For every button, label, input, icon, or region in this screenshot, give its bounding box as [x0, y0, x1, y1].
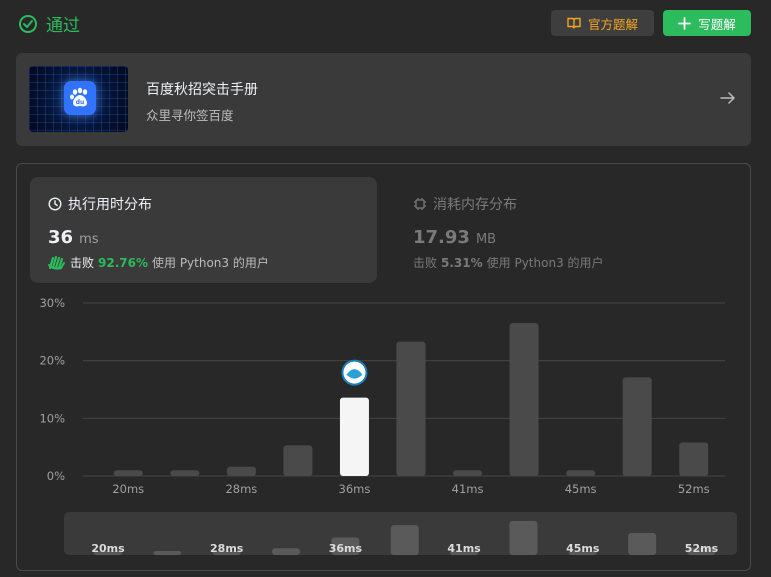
user-avatar-marker: [341, 359, 368, 386]
x-tick-label: 52ms: [678, 482, 710, 496]
histogram-bar: [113, 470, 143, 476]
arrow-right-icon: [720, 92, 735, 104]
mini-bar: [628, 533, 657, 555]
x-tick-label: 20ms: [112, 482, 144, 496]
promo-subtitle: 众里寻你签百度: [146, 108, 234, 123]
status-indicator: 通过: [18, 11, 80, 36]
plus-icon: [678, 16, 692, 30]
mini-bar: [272, 548, 301, 555]
svg-text:du: du: [76, 99, 85, 106]
x-tick-label: 45ms: [565, 482, 597, 496]
y-tick-label: 10%: [39, 411, 65, 425]
mini-bar: [509, 521, 538, 555]
histogram-bar: [226, 466, 256, 476]
y-tick-label: 30%: [39, 296, 65, 310]
stats-panel: 执行用时分布 36 ms 击败 92.76% 使用 Python3 的用户 消耗…: [16, 163, 751, 571]
mini-histogram: 20ms 28ms 36ms 41ms 45ms 52ms: [91, 521, 719, 555]
mini-tick-label: 20ms: [91, 542, 125, 555]
baidu-logo-icon: du: [64, 81, 96, 115]
histogram-bar: [509, 323, 539, 476]
result-header: 通过 官方题解 写题解: [0, 0, 771, 46]
x-tick-label: 41ms: [452, 482, 484, 496]
mini-tick-label: 36ms: [329, 542, 363, 555]
write-solution-label: 写题解: [698, 16, 736, 32]
mini-bar: [153, 551, 182, 555]
write-solution-button[interactable]: 写题解: [663, 10, 751, 36]
y-tick-label: 0%: [47, 469, 65, 483]
histogram-bar: [622, 377, 652, 476]
promo-banner[interactable]: du 百度秋招突击手册 众里寻你签百度: [16, 53, 751, 146]
check-circle-icon: [19, 14, 37, 33]
official-solution-button[interactable]: 官方题解: [551, 10, 654, 36]
book-icon: [567, 17, 581, 29]
histogram-bar: [453, 470, 483, 476]
runtime-histogram: 0% 10% 20% 30% 20ms 28ms 36ms 41ms 45ms 52ms: [39, 296, 725, 496]
histogram-bar: [170, 470, 200, 476]
promo-image: du: [29, 66, 128, 132]
mini-tick-label: 45ms: [566, 542, 600, 555]
highlight-bar: [339, 397, 369, 476]
status-text: 通过: [46, 16, 80, 36]
official-solution-label: 官方题解: [587, 16, 638, 32]
histogram-bar: [396, 341, 426, 476]
mini-bar: [390, 525, 419, 555]
histogram-bar: [566, 470, 596, 476]
histogram-range-selector[interactable]: 20ms 28ms 36ms 41ms 45ms 52ms: [64, 512, 737, 555]
promo-title: 百度秋招突击手册: [146, 82, 258, 98]
histogram-bar: [679, 442, 709, 476]
x-tick-label: 28ms: [225, 482, 257, 496]
histogram-bar: [283, 445, 313, 476]
mini-tick-label: 28ms: [210, 542, 244, 555]
mini-tick-label: 52ms: [685, 542, 719, 555]
x-tick-label: 36ms: [339, 482, 371, 496]
y-tick-label: 20%: [39, 354, 65, 368]
mini-tick-label: 41ms: [447, 542, 481, 555]
